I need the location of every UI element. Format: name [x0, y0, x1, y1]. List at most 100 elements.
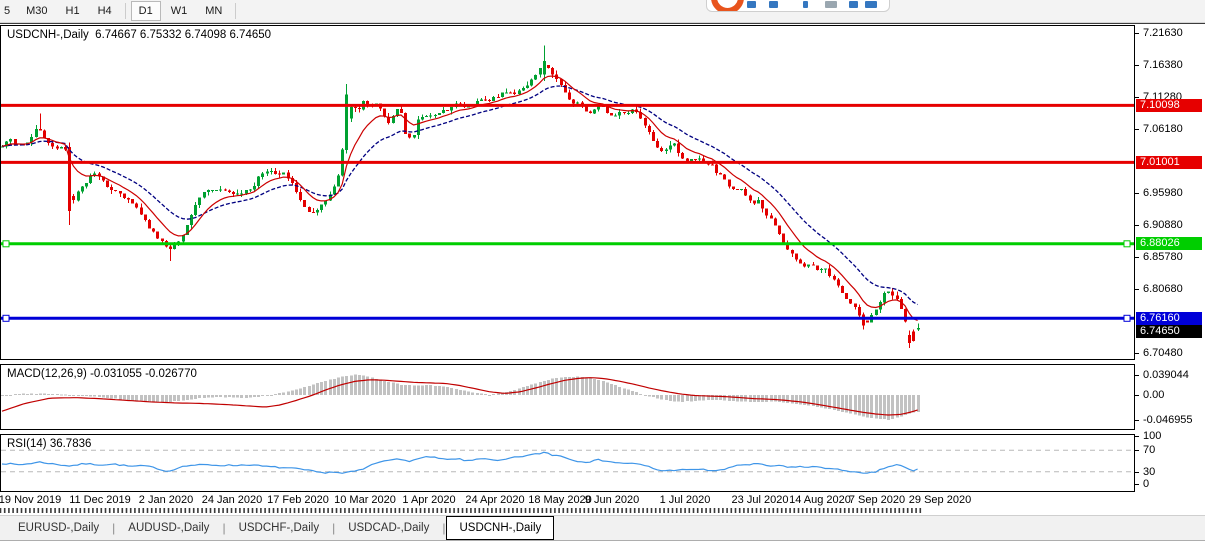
price-chart-canvas[interactable] — [1, 26, 1134, 359]
line-handle[interactable] — [1124, 241, 1130, 247]
rsi-line — [2, 452, 918, 473]
timeframe-button-d1[interactable]: D1 — [131, 1, 161, 21]
main-chart-panel[interactable]: USDCNH-,Daily 6.74667 6.75332 6.74098 6.… — [0, 25, 1135, 360]
time-axis: 19 Nov 2019 11 Dec 2019 2 Jan 2020 24 Jan 2… — [0, 494, 1135, 508]
macd-histogram — [1, 375, 920, 420]
axis-tick — [1135, 65, 1139, 66]
timeframe-button-w1[interactable]: W1 — [163, 1, 196, 21]
macd-panel[interactable]: MACD(12,26,9) -0.031055 -0.026770 — [0, 364, 1135, 430]
level-price-label-7.01001: 7.01001 — [1136, 156, 1202, 169]
axis-tick — [1135, 257, 1139, 258]
axis-tick — [1135, 225, 1139, 226]
level-price-label-6.76160: 6.76160 — [1136, 312, 1202, 325]
tab-divider: | — [442, 521, 445, 535]
watermark-glyph — [849, 1, 858, 8]
axis-tick — [1135, 193, 1139, 194]
axis-tick — [1135, 375, 1139, 376]
timeframe-toolbar: 5M30H1H4 D1W1MN — [0, 0, 1205, 23]
price-tick-label: 6.90880 — [1143, 219, 1183, 231]
chart-tab-usdchf[interactable]: USDCHF-,Daily — [227, 517, 332, 539]
date-tick-label: 24 Apr 2020 — [465, 494, 524, 506]
rsi-tick-label: 0 — [1143, 478, 1149, 490]
axis-tick — [1135, 129, 1139, 130]
fast-ma-line[interactable] — [2, 76, 918, 321]
rsi-tick-label: 30 — [1143, 466, 1155, 478]
date-tick-label: 9 Jun 2020 — [585, 494, 639, 506]
price-axis: 7.216307.163807.112807.061806.959806.908… — [1135, 24, 1205, 515]
timeframe-button-h1[interactable]: H1 — [58, 1, 88, 21]
price-tick-label: 7.16380 — [1143, 59, 1183, 71]
macd-tick-label: 0.00 — [1143, 389, 1164, 401]
date-tick-label: 10 Mar 2020 — [334, 494, 396, 506]
date-tick-label: 23 Jul 2020 — [732, 494, 789, 506]
current-price-label: 6.74650 — [1136, 325, 1202, 338]
rsi-panel[interactable]: RSI(14) 36.7836 — [0, 434, 1135, 492]
rsi-canvas[interactable] — [1, 435, 1134, 491]
line-handle[interactable] — [3, 241, 9, 247]
rsi-label: RSI(14) 36.7836 — [7, 438, 91, 450]
date-tick-label: 1 Apr 2020 — [402, 494, 455, 506]
toolbar-separator — [125, 3, 126, 19]
watermark-glyph — [865, 1, 877, 8]
level-price-label-7.10098: 7.10098 — [1136, 99, 1202, 112]
rsi-tick-label: 70 — [1143, 444, 1155, 456]
macd-label: MACD(12,26,9) -0.031055 -0.026770 — [7, 368, 197, 380]
watermark-glyph — [769, 1, 778, 8]
line-handle[interactable] — [1124, 315, 1130, 321]
watermark-orange-swoosh — [711, 0, 744, 12]
timeframe-button-h4[interactable]: H4 — [90, 1, 120, 21]
axis-tick — [1135, 436, 1139, 437]
date-tick-label: 18 May 2020 — [528, 494, 592, 506]
toolbar-separator — [235, 3, 236, 19]
chart-tabs: EURUSD-,Daily|AUDUSD-,Daily|USDCHF-,Dail… — [0, 515, 1205, 541]
axis-tick — [1135, 289, 1139, 290]
tab-divider: | — [222, 521, 225, 535]
price-tick-label: 6.70480 — [1143, 347, 1183, 359]
workspace-top-border — [0, 23, 1205, 24]
axis-tick — [1135, 420, 1139, 421]
axis-tick — [1135, 33, 1139, 34]
price-tick-label: 7.21630 — [1143, 27, 1183, 39]
date-tick-label: 29 Sep 2020 — [909, 494, 971, 506]
date-tick-label: 19 Nov 2019 — [0, 494, 61, 506]
date-tick-label: 17 Feb 2020 — [267, 494, 329, 506]
mt4-window: 5M30H1H4 D1W1MN USDCNH-,Daily 6.74667 6.7… — [0, 0, 1205, 541]
axis-tick — [1135, 353, 1139, 354]
date-tick-label: 7 Sep 2020 — [849, 494, 905, 506]
axis-tick — [1135, 484, 1139, 485]
axis-tick — [1135, 450, 1139, 451]
tab-divider: | — [112, 521, 115, 535]
date-tick-label: 24 Jan 2020 — [202, 494, 263, 506]
timeframe-button-mn[interactable]: MN — [197, 1, 230, 21]
date-tick-label: 1 Jul 2020 — [660, 494, 711, 506]
price-tick-label: 7.06180 — [1143, 123, 1183, 135]
price-tick-label: 6.95980 — [1143, 187, 1183, 199]
slow-ma-line[interactable] — [2, 86, 918, 305]
macd-tick-label: -0.046955 — [1143, 414, 1193, 426]
date-tick-label: 14 Aug 2020 — [789, 494, 851, 506]
axis-tick — [1135, 97, 1139, 98]
line-handle[interactable] — [3, 315, 9, 321]
chart-tab-eurusd[interactable]: EURUSD-,Daily — [6, 517, 111, 539]
watermark-logo — [706, 0, 890, 12]
price-tick-label: 6.80680 — [1143, 283, 1183, 295]
timeframe-button-m30[interactable]: M30 — [18, 1, 55, 21]
watermark-glyph — [825, 1, 837, 8]
price-tick-label: 6.85780 — [1143, 251, 1183, 263]
chart-tab-usdcnh[interactable]: USDCNH-,Daily — [446, 516, 554, 540]
date-tick-label: 11 Dec 2019 — [69, 494, 131, 506]
rsi-tick-label: 100 — [1143, 430, 1161, 442]
time-scrollbar[interactable] — [0, 508, 930, 514]
chart-tab-audusd[interactable]: AUDUSD-,Daily — [116, 517, 221, 539]
chart-tab-usdcad[interactable]: USDCAD-,Daily — [336, 517, 441, 539]
macd-tick-label: 0.039044 — [1143, 369, 1189, 381]
axis-tick — [1135, 472, 1139, 473]
date-tick-label: 2 Jan 2020 — [139, 494, 193, 506]
axis-tick — [1135, 395, 1139, 396]
level-price-label-6.88026: 6.88026 — [1136, 237, 1202, 250]
watermark-glyph — [747, 1, 756, 8]
tab-divider: | — [332, 521, 335, 535]
timeframe-button-5[interactable]: 5 — [1, 1, 16, 21]
chart-ohlc-header: USDCNH-,Daily 6.74667 6.75332 6.74098 6.… — [7, 29, 271, 41]
watermark-glyph — [803, 1, 808, 8]
